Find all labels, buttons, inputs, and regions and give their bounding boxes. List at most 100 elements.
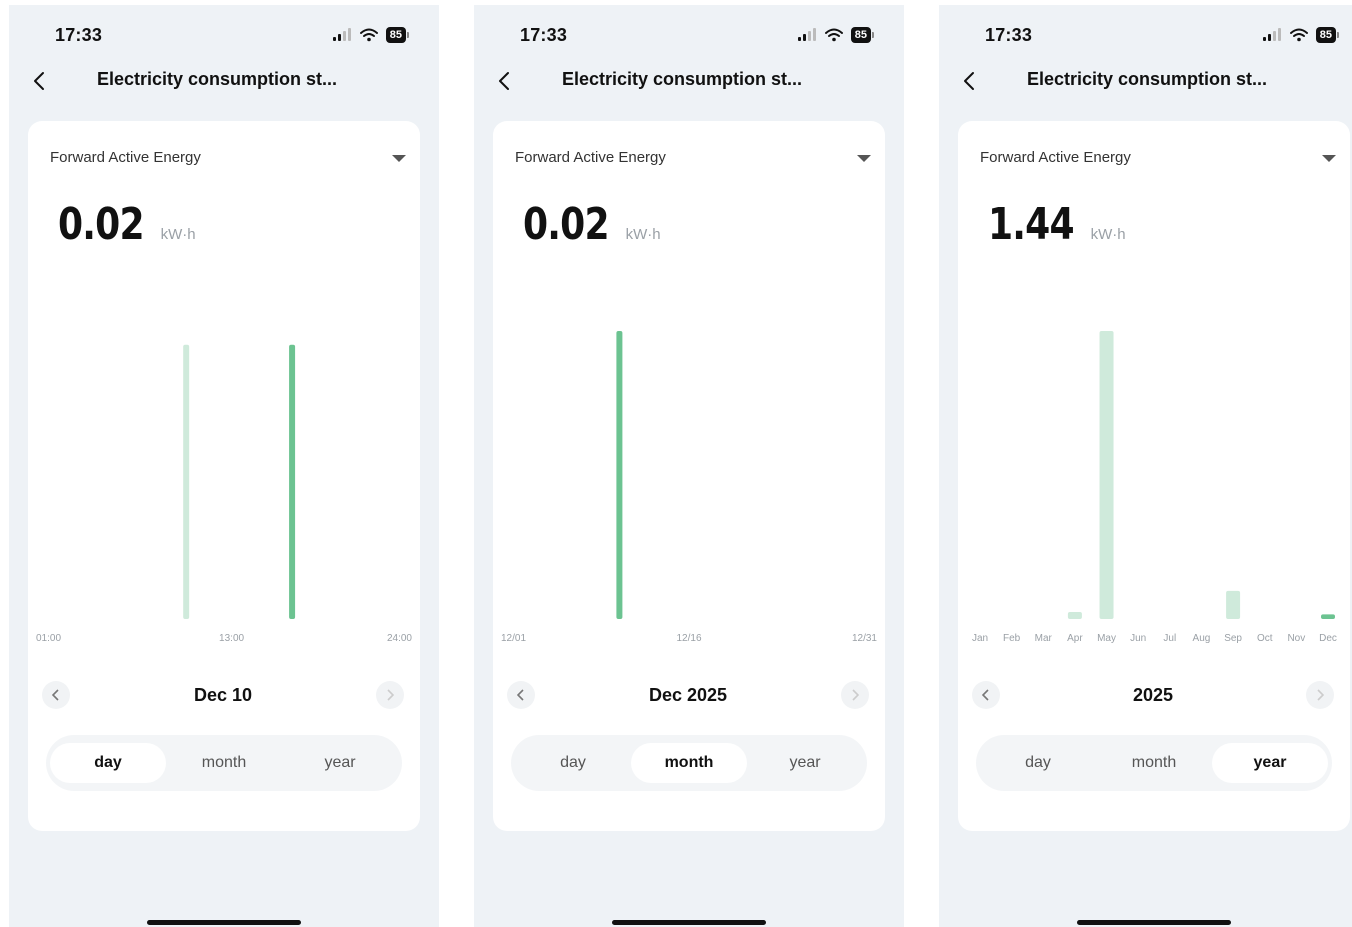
cellular-signal-icon <box>1262 28 1281 41</box>
chart-bar[interactable] <box>1099 331 1114 619</box>
phone-screen-2: 17:33 85 Electricity consumption st... F… <box>474 5 904 927</box>
battery-level: 85 <box>385 27 406 43</box>
next-period-button[interactable] <box>1306 681 1334 709</box>
metric-label: Forward Active Energy <box>515 149 666 166</box>
x-tick-label: Mar <box>1035 633 1053 644</box>
metric-dropdown[interactable]: Forward Active Energy <box>515 149 871 169</box>
x-tick-label: Sep <box>1224 633 1242 644</box>
wifi-icon <box>1289 28 1308 42</box>
chevron-right-icon <box>387 689 394 701</box>
next-period-button[interactable] <box>841 681 869 709</box>
battery-level: 85 <box>1315 27 1336 43</box>
period-segmented-control: day month year <box>976 735 1332 791</box>
consumption-chart: 12/01 12/16 12/31 <box>501 331 877 644</box>
status-bar: 17:33 85 <box>939 25 1352 53</box>
date-navigator: Dec 10 <box>42 679 404 711</box>
back-button[interactable] <box>27 67 51 95</box>
consumption-chart: 01:00 13:00 24:00 <box>36 344 412 644</box>
period-label: Dec 10 <box>193 685 253 705</box>
stats-card: Forward Active Energy 1.44 kW·h Jan Feb Ma… <box>958 121 1350 831</box>
total-value: 0.02 <box>523 199 610 250</box>
stats-card: Forward Active Energy 0.02 kW·h 01:00 13:… <box>28 121 420 831</box>
system-icons: 85 <box>797 27 874 43</box>
home-indicator <box>147 920 301 925</box>
chart-bar[interactable] <box>1067 611 1082 619</box>
back-button[interactable] <box>492 67 516 95</box>
chart-bar[interactable] <box>183 344 190 619</box>
status-bar: 17:33 85 <box>9 25 439 53</box>
consumption-chart: Jan Feb Mar Apr May Jun Jul Aug Sep Oct Nov Dec <box>972 331 1337 644</box>
period-segmented-control: day month year <box>511 735 867 791</box>
metric-dropdown[interactable]: Forward Active Energy <box>980 149 1336 169</box>
page-title: Electricity consumption st... <box>562 69 803 89</box>
battery-icon: 85 <box>385 27 409 43</box>
back-button[interactable] <box>957 67 981 95</box>
home-indicator <box>612 920 766 925</box>
caret-down-icon <box>1322 155 1336 162</box>
x-tick-label: Feb <box>1003 633 1021 644</box>
caret-down-icon <box>392 155 406 162</box>
battery-icon: 85 <box>1315 27 1339 43</box>
chart-bar[interactable] <box>289 344 296 619</box>
segment-year[interactable]: year <box>747 743 863 783</box>
total-value-row: 0.02 kW·h <box>523 199 661 250</box>
wifi-icon <box>359 28 378 42</box>
x-tick-label: Dec <box>1319 633 1337 644</box>
phone-screen-3: 17:33 85 Electricity consumption st... F… <box>939 5 1352 927</box>
metric-dropdown[interactable]: Forward Active Energy <box>50 149 406 169</box>
total-value: 1.44 <box>988 199 1075 250</box>
segment-month[interactable]: month <box>1096 743 1212 783</box>
chevron-left-icon <box>34 72 44 90</box>
period-segmented-control: day month year <box>46 735 402 791</box>
date-navigator: Dec 2025 <box>507 679 869 711</box>
segment-day[interactable]: day <box>50 743 166 783</box>
segment-year[interactable]: year <box>1212 743 1328 783</box>
system-icons: 85 <box>1262 27 1339 43</box>
next-period-button[interactable] <box>376 681 404 709</box>
status-bar: 17:33 85 <box>474 25 904 53</box>
x-tick-label: 13:00 <box>219 633 244 644</box>
x-tick-label: 01:00 <box>36 633 61 644</box>
segment-month[interactable]: month <box>631 743 747 783</box>
chart-bar[interactable] <box>1226 590 1241 619</box>
x-tick-label: Jul <box>1163 633 1176 644</box>
status-time: 17:33 <box>985 25 1033 45</box>
page-title: Electricity consumption st... <box>1027 69 1268 89</box>
x-tick-label: 12/31 <box>852 633 877 644</box>
metric-label: Forward Active Energy <box>980 149 1131 166</box>
system-icons: 85 <box>332 27 409 43</box>
caret-down-icon <box>857 155 871 162</box>
x-tick-label: Nov <box>1287 633 1305 644</box>
home-indicator <box>1077 920 1231 925</box>
battery-level: 85 <box>850 27 871 43</box>
x-tick-label: Oct <box>1257 633 1273 644</box>
segment-day[interactable]: day <box>980 743 1096 783</box>
nav-bar: Electricity consumption st... <box>939 63 1352 99</box>
chevron-right-icon <box>1317 689 1324 701</box>
x-tick-label: 24:00 <box>387 633 412 644</box>
segment-day[interactable]: day <box>515 743 631 783</box>
stats-card: Forward Active Energy 0.02 kW·h 12/01 12/… <box>493 121 885 831</box>
total-unit: kW·h <box>625 226 661 243</box>
total-value-row: 0.02 kW·h <box>58 199 196 250</box>
segment-month[interactable]: month <box>166 743 282 783</box>
x-tick-label: Jan <box>972 633 988 644</box>
chevron-left-icon <box>964 72 974 90</box>
phone-screen-1: 17:33 85 Electricity consumption st... F… <box>9 5 439 927</box>
total-unit: kW·h <box>160 226 196 243</box>
period-label: 2025 <box>1132 685 1174 705</box>
date-navigator: 2025 <box>972 679 1334 711</box>
chevron-right-icon <box>852 689 859 701</box>
chevron-left-icon <box>499 72 509 90</box>
chart-bar[interactable] <box>616 331 623 619</box>
segment-year[interactable]: year <box>282 743 398 783</box>
x-tick-label: Apr <box>1067 633 1083 644</box>
chart-bar[interactable] <box>1321 614 1335 619</box>
total-value-row: 1.44 kW·h <box>988 199 1126 250</box>
total-unit: kW·h <box>1090 226 1126 243</box>
status-time: 17:33 <box>55 25 103 45</box>
x-tick-label: 12/01 <box>501 633 526 644</box>
page-title: Electricity consumption st... <box>97 69 338 89</box>
wifi-icon <box>824 28 843 42</box>
nav-bar: Electricity consumption st... <box>9 63 439 99</box>
